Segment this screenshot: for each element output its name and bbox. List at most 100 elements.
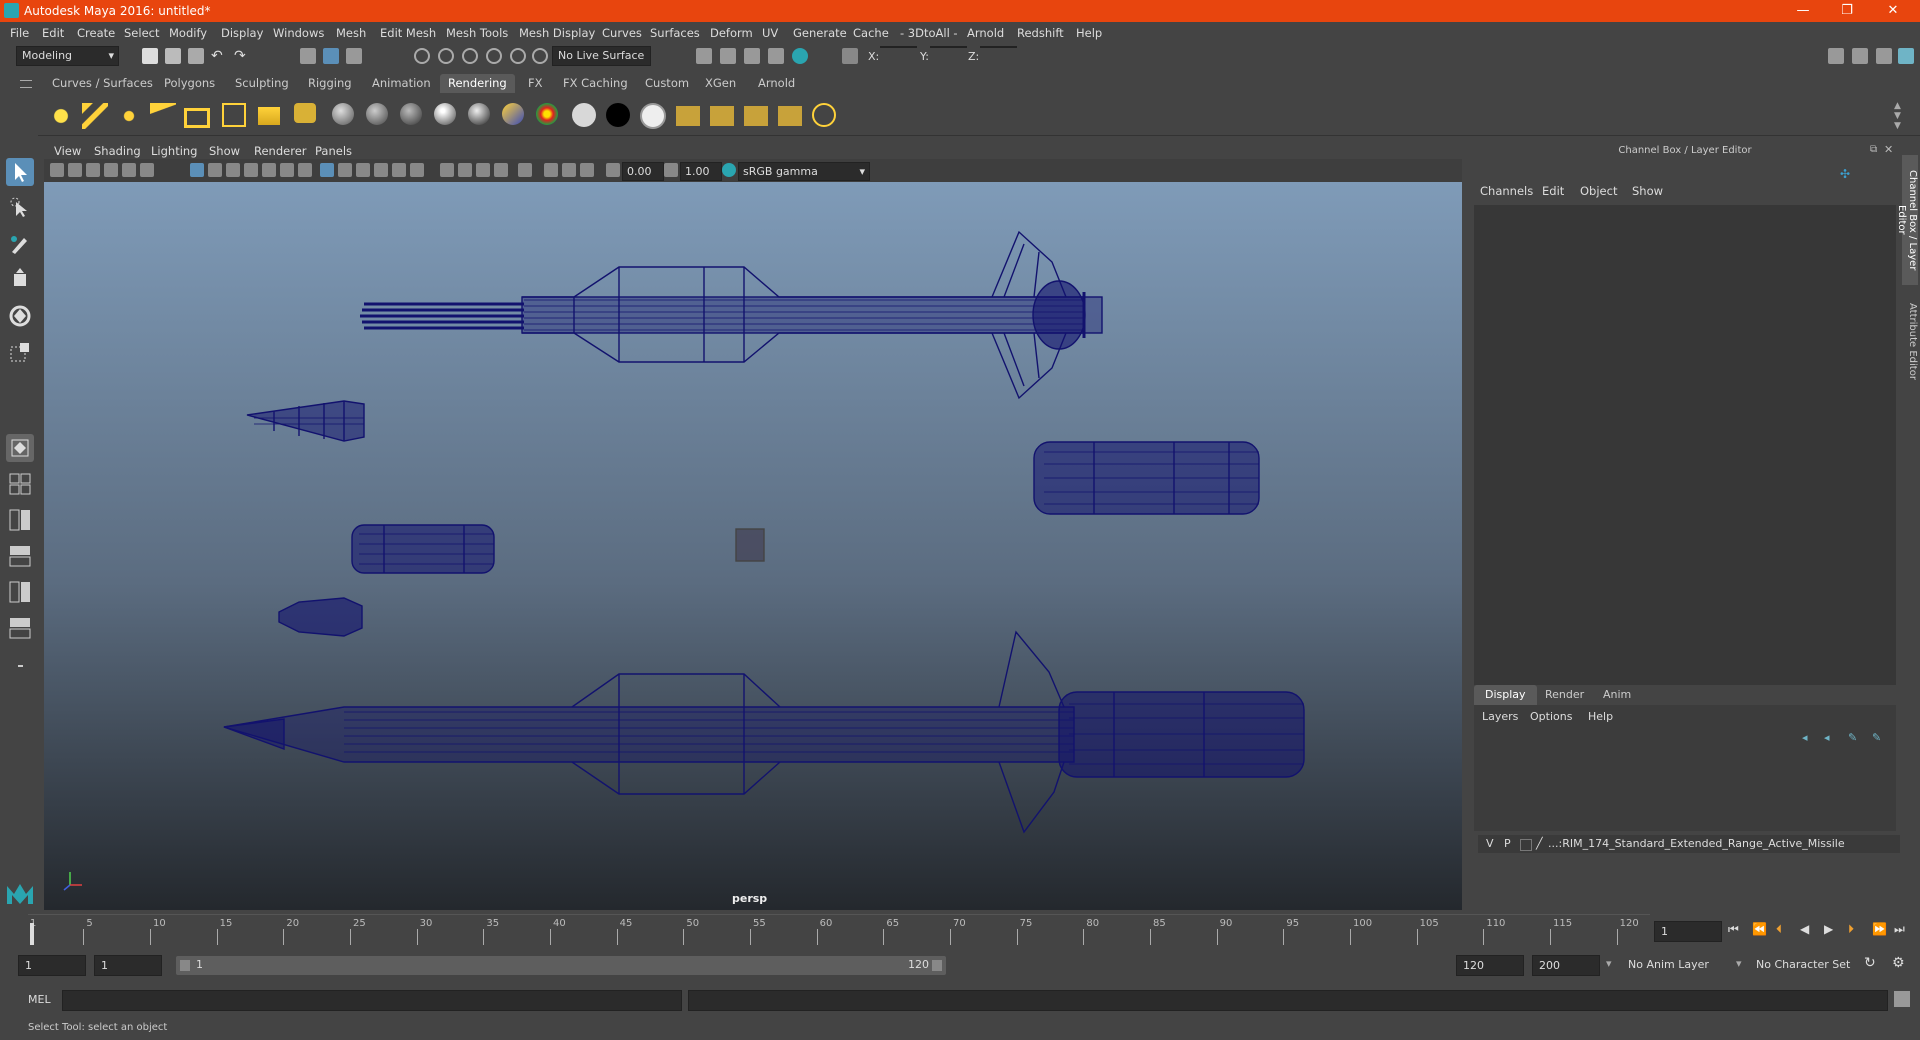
phong-material-icon[interactable]	[400, 103, 422, 125]
camera-attributes-icon[interactable]	[68, 163, 82, 177]
playback-range-bar[interactable]: 1 120	[176, 956, 946, 975]
snap-to-live-surface-icon[interactable]	[510, 48, 526, 64]
select-by-component-icon[interactable]	[346, 48, 362, 64]
new-empty-layer-icon[interactable]: ✎	[1848, 731, 1857, 744]
shelf-tab-animation[interactable]: Animation	[364, 74, 439, 93]
menu-cache[interactable]: Cache	[853, 26, 889, 40]
maximize-button[interactable]: ❐	[1838, 2, 1856, 20]
y-field[interactable]	[930, 46, 967, 48]
layer-tab-anim[interactable]: Anim	[1592, 685, 1642, 705]
render-settings-icon[interactable]	[768, 48, 784, 64]
depth-of-field-icon[interactable]	[494, 163, 508, 177]
snap-to-view-plane-icon[interactable]	[486, 48, 502, 64]
rotate-tool-icon[interactable]	[6, 302, 34, 330]
shelf-tab-custom[interactable]: Custom	[637, 74, 697, 93]
shelf-tab-fx[interactable]: FX	[520, 74, 551, 93]
snap-to-grid-icon[interactable]	[414, 48, 430, 64]
move-layer-down-icon[interactable]: ◂	[1824, 731, 1830, 744]
gamma-icon[interactable]	[664, 163, 678, 177]
xray-joints-icon[interactable]	[580, 163, 594, 177]
chevron-down-icon[interactable]: ▾	[1606, 957, 1612, 970]
point-light-icon[interactable]	[116, 103, 142, 129]
select-camera-icon[interactable]	[50, 163, 64, 177]
go-to-start-icon[interactable]: ⏮	[1728, 922, 1739, 937]
surface-shader-white-icon[interactable]	[572, 103, 596, 127]
step-forward-frame-icon[interactable]: ⏩	[1872, 922, 1887, 936]
layer-menu-options[interactable]: Options	[1530, 710, 1572, 723]
menu-mesh[interactable]: Mesh	[336, 26, 366, 40]
undo-icon[interactable]: ↶	[211, 48, 227, 64]
range-start-handle[interactable]	[180, 960, 190, 971]
layout-two-view-icon[interactable]	[6, 506, 34, 534]
menu-deform[interactable]: Deform	[710, 26, 753, 40]
render-region-icon[interactable]	[676, 106, 700, 126]
wireframe-icon[interactable]	[320, 163, 334, 177]
motion-blur-icon[interactable]	[458, 163, 472, 177]
menu-modify[interactable]: Modify	[169, 26, 207, 40]
channel-box-menu-show[interactable]: Show	[1632, 184, 1663, 198]
menu-3dtoall[interactable]: - 3DtoAll -	[900, 26, 958, 40]
range-end-handle[interactable]	[932, 960, 942, 971]
volume-light-icon[interactable]	[222, 103, 246, 127]
new-scene-icon[interactable]	[142, 48, 158, 64]
transform-constraint-icon[interactable]	[842, 48, 858, 64]
layout-four-view-icon[interactable]	[6, 470, 34, 498]
layout-persp-graph-icon[interactable]	[6, 614, 34, 642]
anim-layer-dropdown[interactable]: No Anim Layer	[1628, 958, 1709, 971]
screen-space-ao-icon[interactable]	[440, 163, 454, 177]
script-editor-icon[interactable]	[1894, 991, 1910, 1007]
select-tool-icon[interactable]	[6, 158, 34, 186]
menu-windows[interactable]: Windows	[273, 26, 324, 40]
film-gate-icon[interactable]	[208, 163, 222, 177]
animation-start-field[interactable]: 1	[18, 955, 86, 976]
select-by-hierarchy-icon[interactable]	[300, 48, 316, 64]
grease-pencil-icon[interactable]	[140, 163, 154, 177]
move-layer-up-icon[interactable]: ◂	[1802, 731, 1808, 744]
shelf-tab-curves-surfaces[interactable]: Curves / Surfaces	[44, 74, 161, 93]
render-sequence-icon[interactable]	[710, 106, 734, 126]
minimize-button[interactable]: —	[1794, 2, 1812, 20]
channel-box-menu-edit[interactable]: Edit	[1542, 184, 1564, 198]
side-tab-attribute-editor[interactable]: Attribute Editor	[1902, 291, 1918, 391]
anisotropic-material-icon[interactable]	[468, 103, 490, 125]
save-scene-icon[interactable]	[188, 48, 204, 64]
tool-settings-toggle-icon[interactable]	[1876, 48, 1892, 64]
layer-row[interactable]: V P ╱ ...:RIM_174_Standard_Extended_Rang…	[1478, 835, 1900, 853]
shelf-tab-fx-caching[interactable]: FX Caching	[555, 74, 636, 93]
ramp-shader-icon[interactable]	[502, 103, 524, 125]
z-field[interactable]	[980, 46, 1017, 48]
ipr-render-icon[interactable]	[744, 48, 760, 64]
layer-tab-display[interactable]: Display	[1474, 685, 1537, 705]
snap-to-point-icon[interactable]	[462, 48, 478, 64]
menu-edit[interactable]: Edit	[42, 26, 64, 40]
camera-aim-icon[interactable]	[294, 103, 316, 123]
area-light-icon[interactable]	[184, 108, 210, 128]
new-layer-selected-icon[interactable]: ✎	[1872, 731, 1881, 744]
batch-render-icon[interactable]	[744, 106, 768, 126]
shelf-menu-icon[interactable]	[20, 80, 32, 88]
chevron-down-icon[interactable]: ▾	[1736, 957, 1742, 970]
auto-keyframe-icon[interactable]: ↻	[1864, 955, 1876, 971]
gate-mask-icon[interactable]	[244, 163, 258, 177]
move-tool-icon[interactable]	[6, 266, 34, 294]
menu-file[interactable]: File	[10, 26, 29, 40]
redo-icon[interactable]: ↷	[234, 48, 250, 64]
playback-start-field[interactable]: 1	[94, 955, 162, 976]
last-tool-icon[interactable]	[6, 434, 34, 462]
layout-outliner-icon[interactable]	[6, 542, 34, 570]
two-d-pan-zoom-icon[interactable]	[122, 163, 136, 177]
shelf-scroll-arrows-icon[interactable]: ▲ ▼ ▼	[1894, 101, 1901, 131]
menu-display[interactable]: Display	[221, 26, 263, 40]
use-background-shader-icon[interactable]	[606, 103, 630, 127]
layer-menu-layers[interactable]: Layers	[1482, 710, 1518, 723]
close-panel-icon[interactable]: ✕	[1884, 143, 1893, 156]
render-view-icon[interactable]	[696, 48, 712, 64]
scale-tool-icon[interactable]	[6, 338, 34, 366]
blinn-material-icon[interactable]	[332, 103, 354, 125]
image-plane-icon[interactable]	[104, 163, 118, 177]
viewport-menu-shading[interactable]: Shading	[94, 144, 141, 158]
bookmark-icon[interactable]	[86, 163, 100, 177]
menu-redshift[interactable]: Redshift	[1017, 26, 1064, 40]
perspective-viewport[interactable]: persp	[44, 182, 1462, 910]
grid-icon[interactable]	[190, 163, 204, 177]
